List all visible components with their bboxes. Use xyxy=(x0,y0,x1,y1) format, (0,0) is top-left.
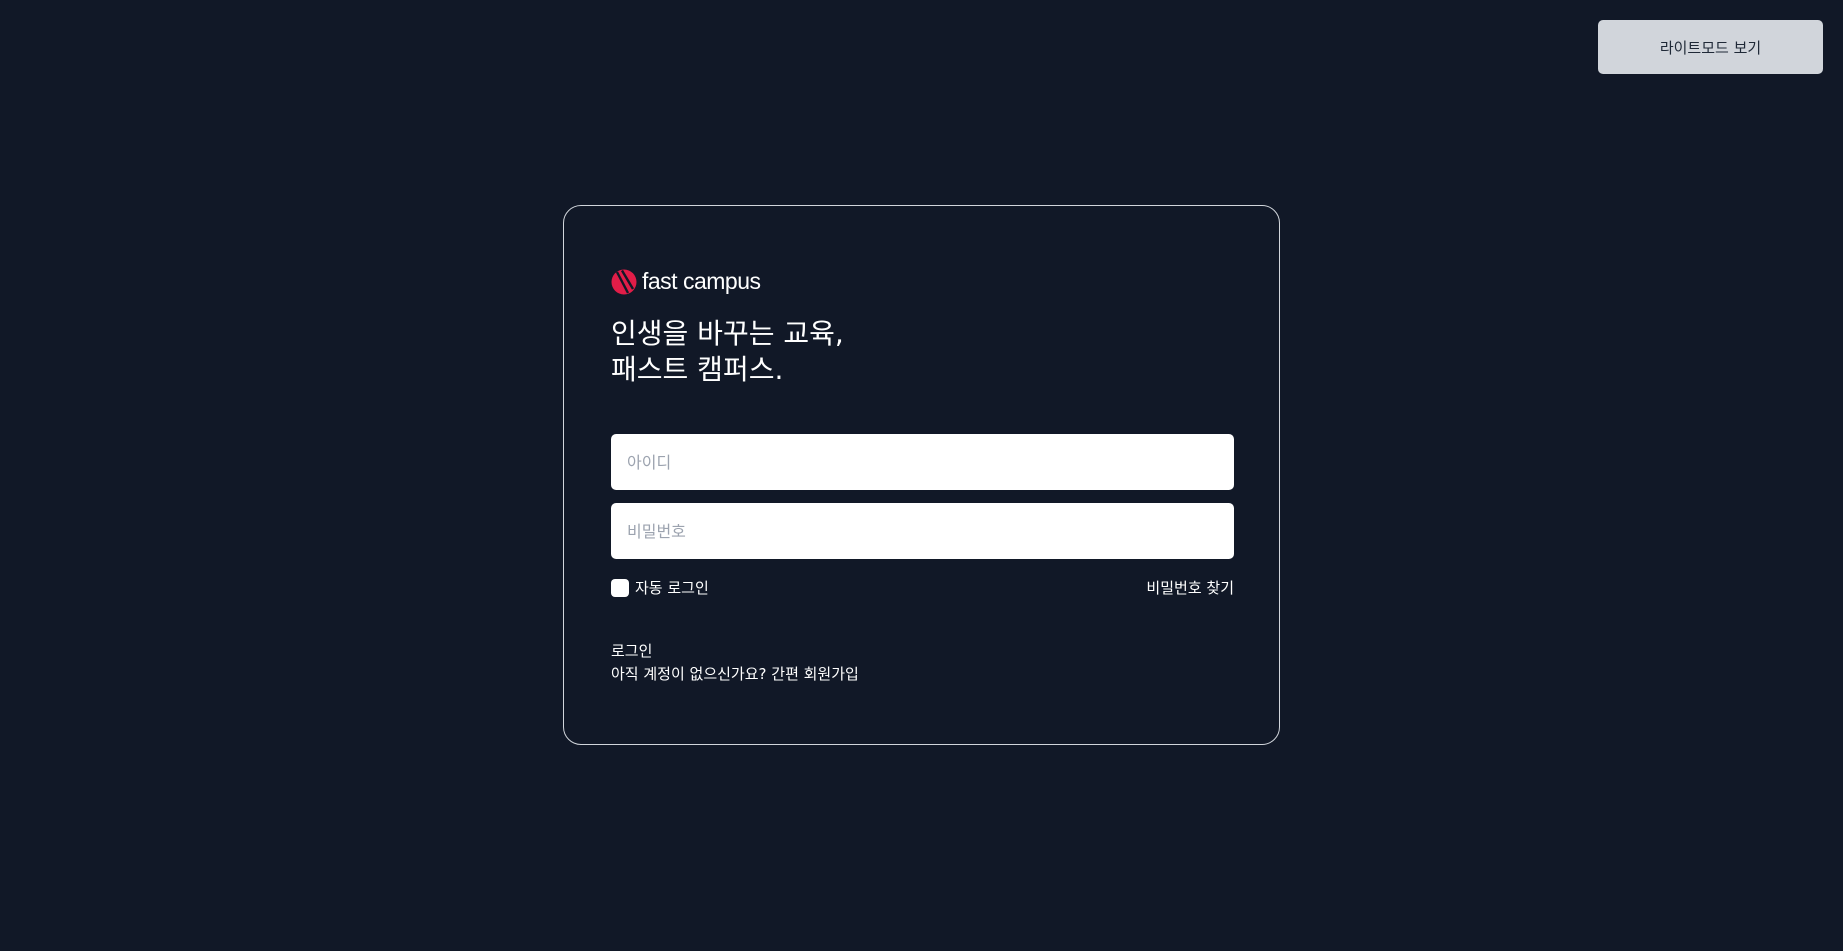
login-card: fast campus 인생을 바꾸는 교육, 패스트 캠퍼스. 자동 로그인 … xyxy=(563,205,1280,745)
logo: fast campus xyxy=(611,268,761,295)
signup-link[interactable]: 아직 계정이 없으신가요? 간편 회원가입 xyxy=(611,663,859,684)
light-mode-button[interactable]: 라이트모드 보기 xyxy=(1598,20,1823,74)
headline: 인생을 바꾸는 교육, 패스트 캠퍼스. xyxy=(611,316,844,388)
logo-text: fast campus xyxy=(642,268,761,294)
password-input[interactable] xyxy=(611,503,1234,559)
fastcampus-logo-icon xyxy=(611,269,637,294)
find-password-link[interactable]: 비밀번호 찾기 xyxy=(1146,577,1234,598)
options-row: 자동 로그인 비밀번호 찾기 xyxy=(611,577,1234,597)
autologin-label: 자동 로그인 xyxy=(635,579,709,597)
autologin-checkbox[interactable]: 자동 로그인 xyxy=(611,577,709,598)
headline-line-1: 인생을 바꾸는 교육, xyxy=(611,317,844,350)
login-button[interactable]: 로그인 xyxy=(611,640,652,661)
light-mode-button-label: 라이트모드 보기 xyxy=(1659,38,1762,57)
checkbox-box[interactable] xyxy=(611,578,629,597)
id-input[interactable] xyxy=(611,434,1234,490)
headline-line-2: 패스트 캠퍼스. xyxy=(611,353,784,386)
